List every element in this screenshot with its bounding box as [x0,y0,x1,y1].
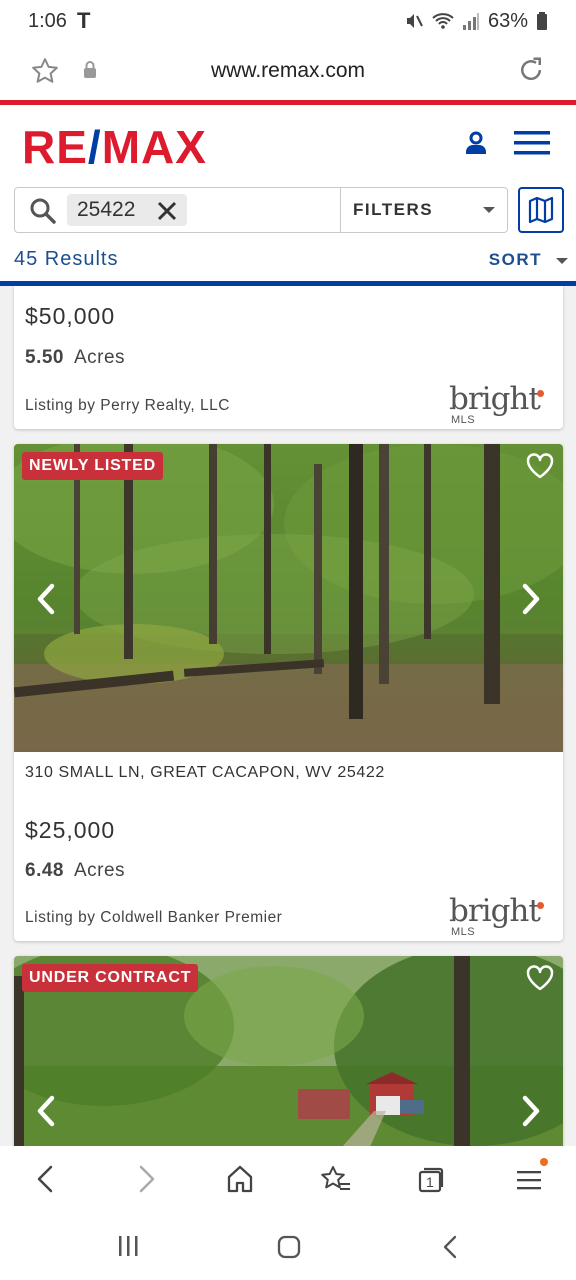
site-header: RE/MAX [0,100,576,178]
chevron-left-icon[interactable] [34,1094,58,1128]
recent-apps-icon[interactable] [116,1234,140,1258]
search-icon [30,198,56,224]
map-icon [528,196,554,224]
results-count: 45 Results [14,248,119,270]
mls-logo-sub: MLS [451,414,476,426]
signal-icon [462,13,479,30]
browser-toolbar: 1 [0,1146,576,1214]
account-icon[interactable] [462,129,490,157]
bright-mls-logo: bright MLS [449,896,549,941]
listing-card[interactable]: $50,000 5.50 Acres Listing by Perry Realt… [14,286,563,429]
search-input[interactable]: 25422 FILTERS [14,187,508,233]
listing-photo[interactable]: UNDER CONTRACT [14,956,563,1156]
listing-card[interactable]: NEWLY LISTED 310 SMALL LN, GREAT CACAPON… [14,444,563,941]
remax-logo[interactable]: RE/MAX [22,120,207,174]
sort-caret-icon [556,258,568,264]
home-button-icon[interactable] [276,1234,302,1260]
mls-logo-sub: MLS [451,926,476,938]
listing-acres: 5.50 Acres [25,347,125,369]
acres-label: Acres [73,347,126,368]
status-icons: 63% [404,10,548,33]
sort-button[interactable]: SORT [489,250,542,270]
favorite-heart-icon[interactable] [525,452,555,480]
favorite-heart-icon[interactable] [525,964,555,992]
notification-dot [540,1158,548,1166]
listing-broker: Listing by Coldwell Banker Premier [25,909,283,926]
chevron-right-icon[interactable] [519,1094,543,1128]
home-icon[interactable] [226,1164,254,1194]
listing-broker: Listing by Perry Realty, LLC [25,397,230,414]
reload-icon[interactable] [516,55,546,85]
forest-photo [14,444,563,752]
search-area: 25422 FILTERS 45 Results SORT [0,178,576,286]
chevron-left-icon[interactable] [34,582,58,616]
filters-dropdown[interactable]: FILTERS [340,188,509,232]
acres-label: Acres [73,860,126,881]
system-back-icon[interactable] [440,1234,462,1260]
chevron-down-icon [483,207,495,213]
bright-logo-dot [537,390,544,397]
listing-card[interactable]: UNDER CONTRACT [14,956,563,1156]
carrier-logo: T [76,8,91,33]
logo-part-re: RE [22,121,88,173]
status-bar: 1:06 T 63% [0,0,576,42]
status-badge: NEWLY LISTED [22,452,163,480]
android-nav-bar [0,1214,576,1280]
tabs-count: 1 [426,1174,434,1190]
clear-chip-icon[interactable] [157,201,177,221]
battery-icon [537,12,547,30]
back-icon[interactable] [34,1164,58,1194]
listing-address[interactable]: 310 SMALL LN, GREAT CACAPON, WV 25422 [25,764,385,782]
listing-price: $50,000 [25,303,116,329]
status-badge: UNDER CONTRACT [22,964,199,992]
bright-mls-logo: bright MLS [449,384,549,429]
acres-value: 5.50 [25,347,64,368]
forward-icon[interactable] [134,1164,158,1194]
bright-logo-word: bright [449,893,541,929]
screen: 1:06 T 63% www.remax.com RE/MAX 25422 FI… [0,0,576,1280]
filters-label: FILTERS [353,200,434,219]
bright-logo-dot [537,902,544,909]
bookmarks-icon[interactable] [320,1164,352,1194]
bright-logo-word: bright [449,381,541,417]
battery-percent: 63% [487,9,528,32]
url-text[interactable]: www.remax.com [0,59,576,83]
hamburger-menu-icon[interactable] [514,129,550,157]
status-time: 1:06 [28,9,67,32]
map-view-button[interactable] [518,187,564,233]
wifi-icon [432,13,454,29]
listing-price: $25,000 [25,817,116,843]
listing-acres: 6.48 Acres [25,860,125,882]
listing-photo[interactable]: NEWLY LISTED [14,444,563,752]
search-chip: 25422 [67,194,187,226]
tabs-button[interactable]: 1 [417,1166,445,1194]
browser-menu-icon[interactable] [516,1164,542,1194]
mute-icon [406,14,423,28]
acres-value: 6.48 [25,860,64,881]
logo-slash: / [87,121,102,173]
search-chip-value: 25422 [77,198,136,221]
browser-url-bar: www.remax.com [0,42,576,100]
logo-part-max: MAX [101,121,207,173]
chevron-right-icon[interactable] [519,582,543,616]
